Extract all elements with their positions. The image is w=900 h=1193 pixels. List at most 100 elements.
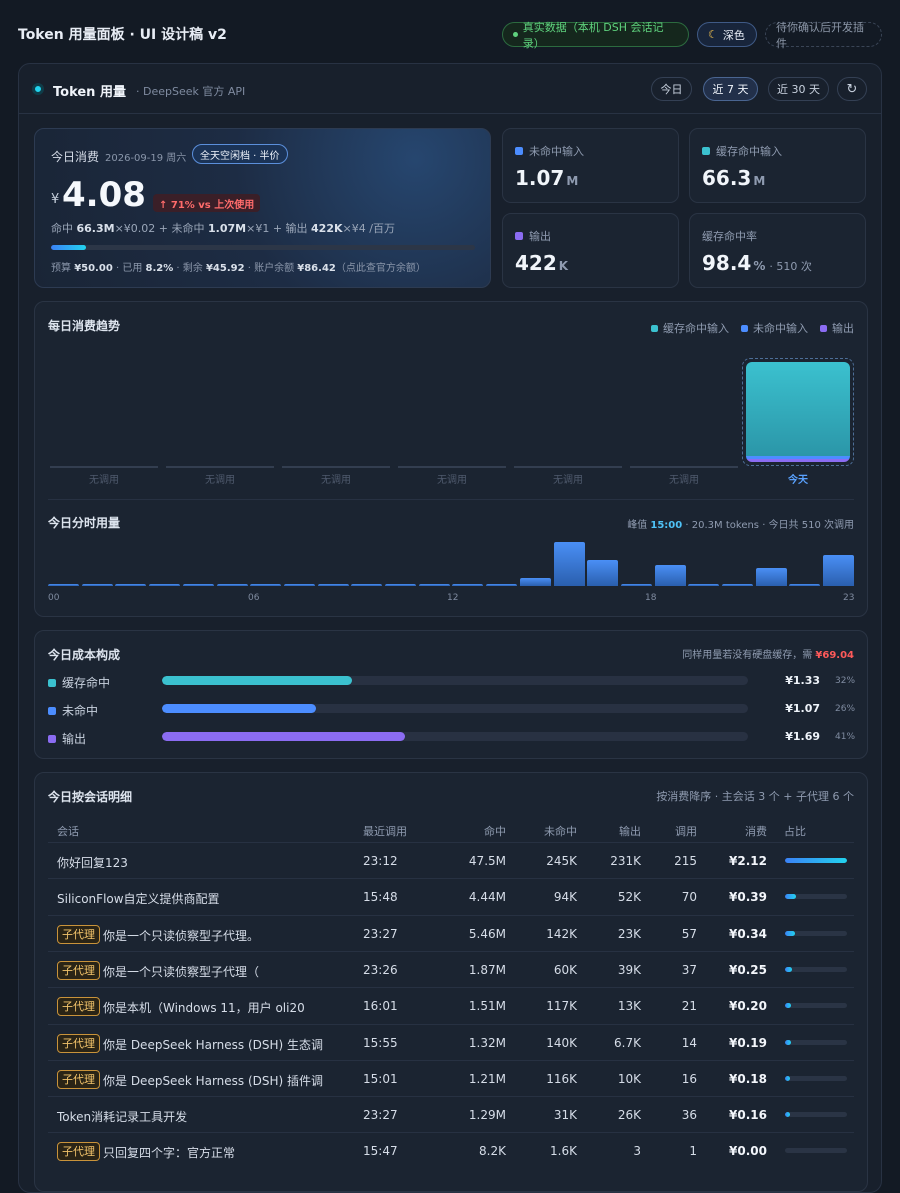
calls-cell: 1 [689, 1144, 697, 1159]
cost-cell: ¥0.20 [729, 999, 767, 1014]
hourly-bar[interactable] [182, 584, 214, 586]
table-row[interactable]: 子代理 你是一个只读侦察型子代理（ 23:26 1.87M 60K 39K 37 … [48, 950, 854, 987]
hit-cell: 5.46M [468, 926, 506, 941]
hourly-bar[interactable] [519, 578, 551, 586]
sessions-panel: 今日按会话明细 按消费降序 · 主会话 3 个 + 子代理 6 个 会话 最近调… [34, 772, 868, 1192]
table-row[interactable]: SiliconFlow自定义提供商配置 15:48 4.44M 94K 52K … [48, 878, 854, 914]
column-header-output[interactable]: 输出 [619, 823, 641, 839]
today-stacked-bar[interactable] [742, 358, 854, 466]
call-count: · 510 次 [769, 260, 812, 273]
hourly-peak-info: 峰值 15:00 · 20.3M tokens · 今日共 510 次调用 [627, 520, 854, 531]
hourly-bar[interactable] [553, 542, 585, 586]
real-data-badge: 真实数据（本机 DSH 会话记录） [502, 21, 689, 50]
hourly-bar[interactable] [216, 584, 248, 586]
hourly-bar[interactable] [823, 555, 855, 586]
hourly-bar[interactable] [654, 565, 686, 586]
output-cell: 10K [617, 1071, 641, 1086]
table-row[interactable]: 子代理 你是 DeepSeek Harness (DSH) 生态调 15:55 1… [48, 1023, 854, 1060]
table-row[interactable]: 子代理 你是 DeepSeek Harness (DSH) 插件调 15:01 1… [48, 1059, 854, 1096]
hit-cell: 1.21M [468, 1071, 506, 1086]
hit-cell: 1.32M [468, 1035, 506, 1050]
column-header-share[interactable]: 占比 [784, 823, 806, 839]
hourly-bar[interactable] [722, 584, 753, 586]
session-name: 只回复四个字：官方正常 [103, 1146, 236, 1161]
table-row[interactable]: 子代理 你是一个只读侦察型子代理。 23:27 5.46M 142K 23K 57… [48, 914, 854, 951]
hit-cell: 8.2K [479, 1144, 506, 1159]
hourly-bar[interactable] [149, 584, 181, 586]
output-cell: 52K [617, 890, 641, 905]
column-header-hit[interactable]: 命中 [484, 823, 506, 839]
share-bar-fill [785, 1039, 791, 1045]
hourly-bar[interactable] [452, 584, 484, 586]
hourly-bar[interactable] [283, 584, 315, 586]
share-bar-track [785, 894, 847, 900]
pending-plugin-badge[interactable]: 待你确认后开发插件 [765, 21, 882, 50]
session-name-cell: 子代理 你是 DeepSeek Harness (DSH) 插件调 [57, 1069, 323, 1091]
hourly-bar[interactable] [755, 567, 787, 586]
table-row[interactable]: 你好回复123 23:12 47.5M 245K 231K 215 ¥2.12 [48, 842, 854, 878]
table-row[interactable]: 子代理 只回复四个字：官方正常 15:47 8.2K 1.6K 3 1 ¥0.00 [48, 1132, 854, 1168]
cost-legend-icon [48, 735, 56, 743]
cost-percent: 32% [835, 676, 856, 686]
hourly-bar[interactable] [250, 584, 282, 586]
hourly-bar[interactable] [48, 584, 79, 586]
refresh-icon[interactable]: ↻ [837, 77, 867, 101]
cost-title: 今日成本构成 [48, 648, 121, 662]
range-button-7d[interactable]: 近 7 天 [703, 77, 758, 101]
hourly-bar[interactable] [486, 584, 518, 586]
moon-icon: ☾ [708, 28, 718, 41]
cost-bar-fill [162, 676, 353, 685]
column-header-calls[interactable]: 调用 [675, 823, 697, 839]
range-button-30d[interactable]: 近 30 天 [768, 77, 829, 101]
day-bar-empty [50, 358, 158, 468]
hit-cell: 47.5M [468, 854, 506, 868]
share-bar-track [785, 858, 847, 863]
column-header-session[interactable]: 会话 [57, 823, 79, 839]
hourly-bar[interactable] [789, 584, 821, 586]
daily-trend-title: 每日消费趋势 [48, 319, 121, 333]
day-bar-empty [514, 358, 622, 468]
subagent-tag: 子代理 [57, 1033, 100, 1053]
calls-cell: 16 [681, 1071, 697, 1086]
hourly-bar[interactable] [115, 584, 147, 586]
session-name: 你好回复123 [57, 856, 128, 870]
currency-symbol: ¥ [51, 192, 60, 207]
column-header-miss[interactable]: 未命中 [544, 823, 577, 839]
hourly-bar[interactable] [385, 584, 416, 586]
daily-trend-panel: 每日消费趋势 缓存命中输入 未命中输入 输出 无调用 无调用 无调用 无调用 无调用 无调… [34, 301, 868, 617]
day-label: 无调用 [205, 475, 235, 486]
last-call-cell: 23:12 [363, 854, 398, 868]
theme-toggle-button[interactable]: ☾ 深色 [697, 22, 757, 47]
budget-summary[interactable]: 预算 ¥50.00 · 已用 8.2% · 剩余 ¥45.92 · 账户余额 ¥… [51, 259, 426, 274]
last-call-cell: 23:27 [363, 1108, 398, 1123]
hourly-bar[interactable] [81, 584, 113, 586]
hourly-bar[interactable] [620, 584, 652, 586]
stat-value: 98.4 [702, 251, 752, 275]
range-button-today[interactable]: 今日 [651, 77, 692, 101]
output-cell: 6.7K [614, 1035, 641, 1050]
day-baseline [514, 466, 622, 468]
hourly-bar[interactable] [317, 584, 349, 586]
hourly-bar[interactable] [587, 559, 619, 586]
column-header-cost[interactable]: 消费 [745, 823, 767, 839]
subagent-tag: 子代理 [57, 1142, 100, 1162]
hourly-bar[interactable] [351, 584, 383, 586]
table-row[interactable]: Token消耗记录工具开发 23:27 1.29M 31K 26K 36 ¥0.… [48, 1096, 854, 1132]
hourly-bar[interactable] [418, 584, 450, 586]
session-name-cell: 子代理 你是本机（Windows 11，用户 oli20 [57, 997, 305, 1018]
price-formula: 命中 66.3M×¥0.02 + 未命中 1.07M×¥1 + 输出 422K×… [51, 222, 395, 235]
column-header-last-call[interactable]: 最近调用 [363, 823, 407, 839]
miss-input-legend-icon [515, 147, 523, 155]
cost-cell: ¥0.39 [729, 890, 767, 905]
calls-cell: 57 [681, 926, 697, 941]
share-bar-track [785, 930, 847, 936]
day-label: 无调用 [553, 475, 583, 486]
cache-hit-legend-icon [702, 147, 710, 155]
hourly-bar[interactable] [688, 584, 720, 586]
table-row[interactable]: 子代理 你是本机（Windows 11，用户 oli20 16:01 1.51M … [48, 987, 854, 1023]
day-label: 无调用 [321, 475, 351, 486]
bar-cache-segment [746, 362, 850, 456]
cache-hit-legend-icon [651, 324, 658, 332]
day-bar-empty [630, 358, 738, 468]
cost-bar-fill [162, 732, 405, 741]
